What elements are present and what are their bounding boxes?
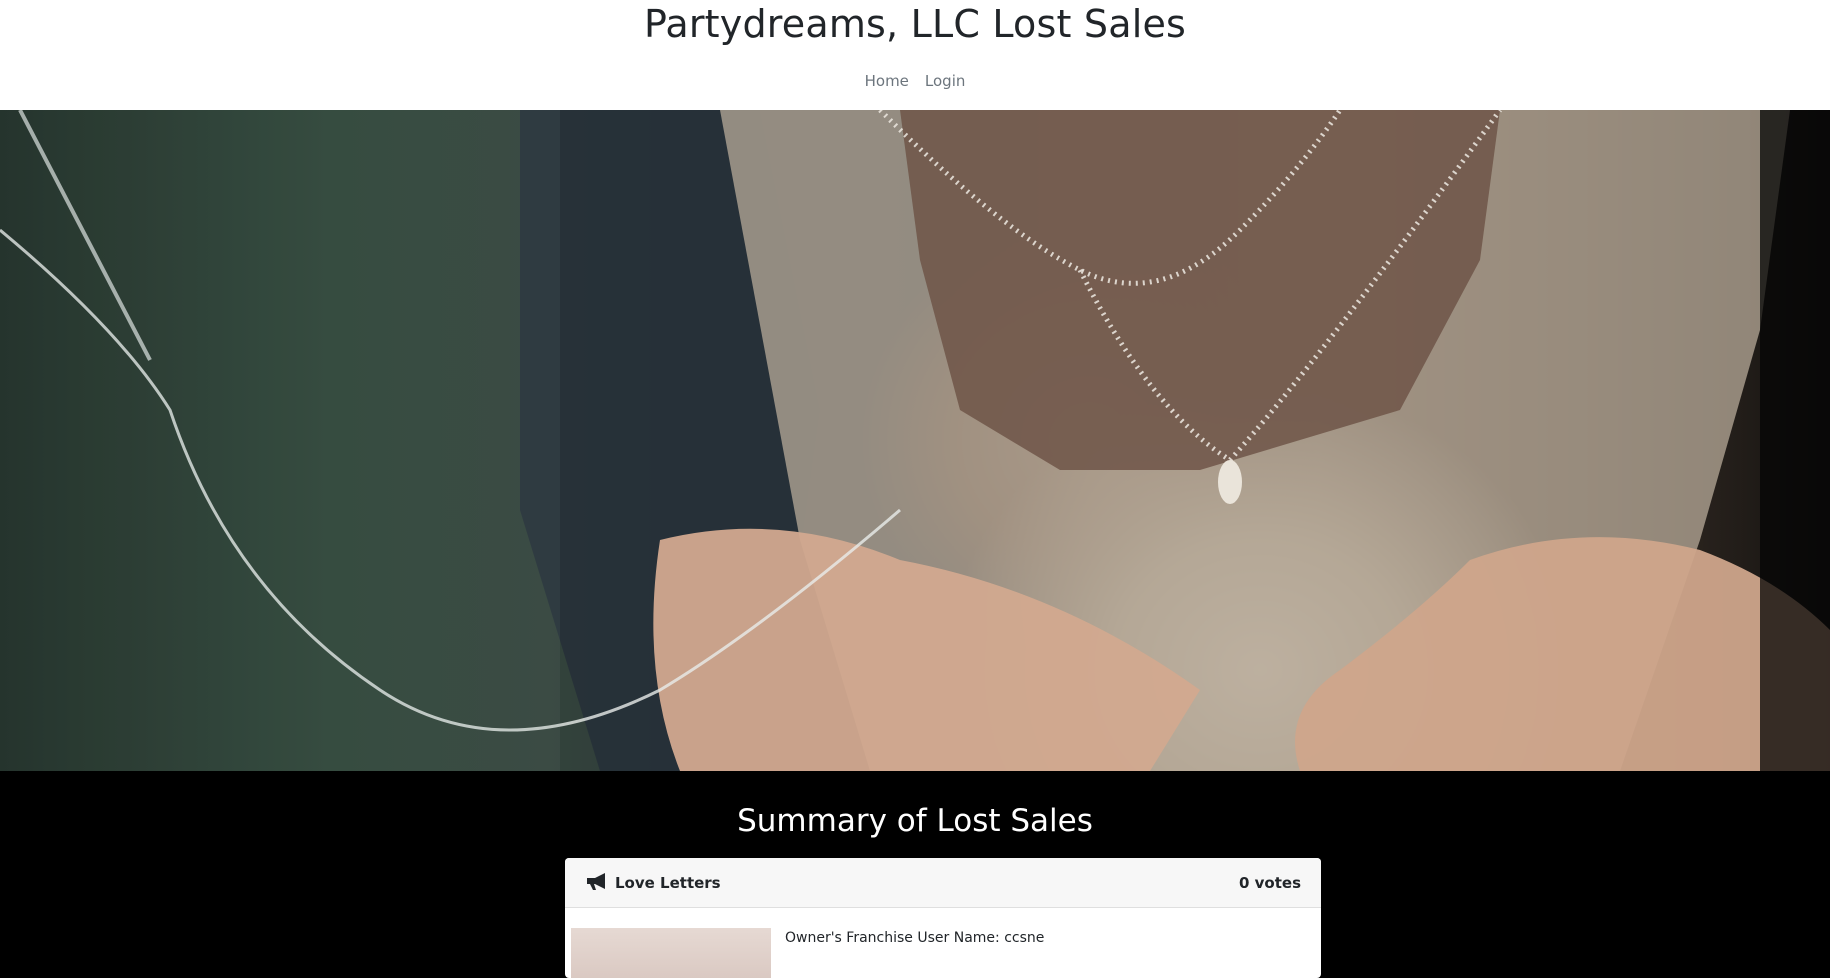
hero-image bbox=[0, 110, 1830, 771]
product-thumbnail bbox=[571, 928, 771, 978]
lost-sale-card[interactable]: Love Letters 0 votes Owner's Franchise U… bbox=[565, 858, 1321, 978]
megaphone-icon bbox=[585, 871, 609, 895]
summary-section: Summary of Lost Sales Love Letters 0 vot… bbox=[0, 771, 1830, 978]
hero-illustration bbox=[0, 110, 1830, 771]
summary-title: Summary of Lost Sales bbox=[737, 803, 1093, 839]
card-body: Owner's Franchise User Name: ccsne bbox=[565, 908, 1321, 978]
nav-link-login[interactable]: Login bbox=[925, 72, 965, 90]
vote-count: 0 votes bbox=[1238, 873, 1301, 892]
owner-line: Owner's Franchise User Name: ccsne bbox=[785, 930, 1045, 946]
main-nav: Home Login bbox=[0, 72, 1830, 90]
card-title: Love Letters bbox=[615, 873, 721, 892]
site-header: Partydreams, LLC Lost Sales Home Login bbox=[0, 0, 1830, 110]
card-header: Love Letters 0 votes bbox=[565, 858, 1321, 908]
page-title: Partydreams, LLC Lost Sales bbox=[643, 2, 1187, 46]
nav-link-home[interactable]: Home bbox=[865, 72, 909, 90]
